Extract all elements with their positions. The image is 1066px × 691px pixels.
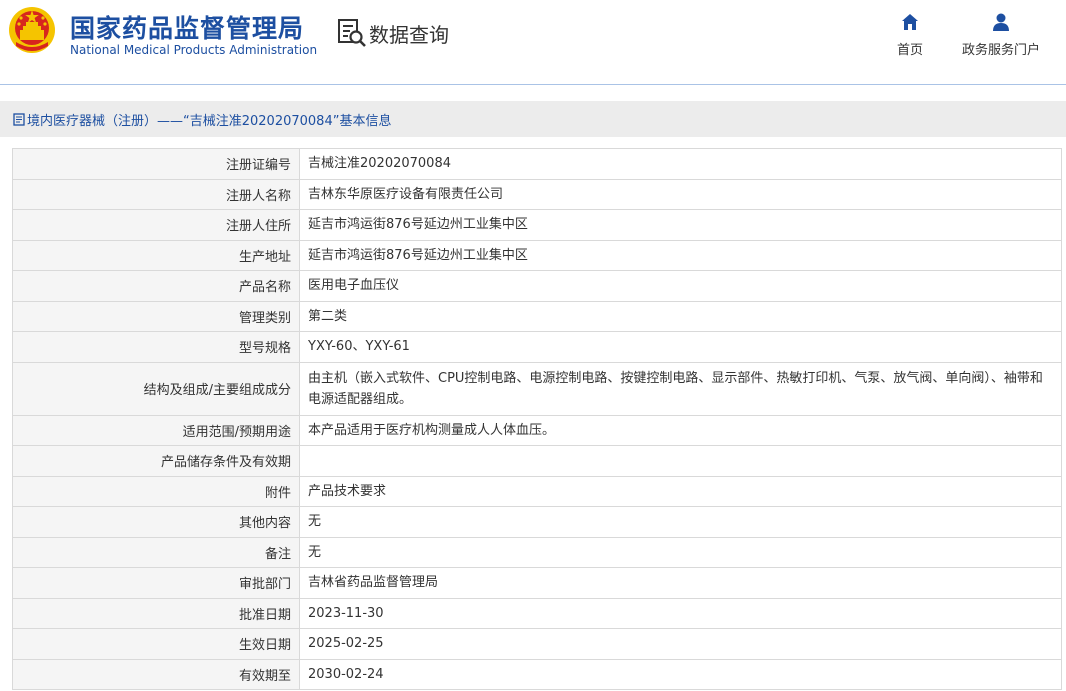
- org-name-en[interactable]: National Medical Products Administration: [70, 43, 317, 57]
- field-label: 生产地址: [12, 239, 300, 271]
- registration-info-table: 注册证编号 吉械注准20202070084 注册人名称 吉林东华原医疗设备有限责任公…: [12, 148, 1062, 690]
- nav-service-portal[interactable]: 政务服务门户: [962, 12, 1040, 58]
- field-label: 批准日期: [12, 597, 300, 629]
- field-label: 适用范围/预期用途: [12, 414, 300, 446]
- field-value: 无: [299, 536, 1062, 568]
- data-query-title[interactable]: 数据查询: [337, 18, 449, 48]
- field-label: 有效期至: [12, 658, 300, 690]
- field-value: 2023-11-30: [299, 597, 1062, 629]
- table-row: 结构及组成/主要组成成分 由主机（嵌入式软件、CPU控制电路、电源控制电路、按键控…: [12, 361, 1062, 416]
- table-row: 管理类别 第二类: [12, 300, 1062, 332]
- user-icon: [993, 13, 1009, 31]
- field-value: YXY-60、YXY-61: [299, 331, 1062, 363]
- table-row: 生效日期 2025-02-25: [12, 628, 1062, 660]
- table-row: 审批部门 吉林省药品监督管理局: [12, 567, 1062, 599]
- field-value: 吉械注准20202070084: [299, 148, 1062, 180]
- field-label: 附件: [12, 475, 300, 507]
- field-label: 注册人住所: [12, 209, 300, 241]
- table-row: 型号规格 YXY-60、YXY-61: [12, 331, 1062, 363]
- field-label: 审批部门: [12, 567, 300, 599]
- field-value: 2025-02-25: [299, 628, 1062, 660]
- field-value: 医用电子血压仪: [299, 270, 1062, 302]
- field-value: 产品技术要求: [299, 475, 1062, 507]
- national-emblem-icon[interactable]: [8, 6, 56, 54]
- document-icon: [13, 112, 25, 126]
- table-row: 产品名称 医用电子血压仪: [12, 270, 1062, 302]
- header-divider: [0, 84, 1066, 85]
- nav-service-portal-label: 政务服务门户: [962, 43, 1041, 58]
- field-label: 生效日期: [12, 628, 300, 660]
- field-label: 产品储存条件及有效期: [12, 445, 300, 477]
- nav-home-label: 首页: [897, 43, 924, 58]
- field-value: [299, 445, 1062, 477]
- table-row: 适用范围/预期用途 本产品适用于医疗机构测量成人人体血压。: [12, 414, 1062, 446]
- field-value: 第二类: [299, 300, 1062, 332]
- org-name-cn[interactable]: 国家药品监督管理局: [70, 9, 304, 45]
- field-value: 延吉市鸿运街876号延边州工业集中区: [299, 239, 1062, 271]
- table-row: 产品储存条件及有效期: [12, 445, 1062, 477]
- field-label: 注册证编号: [12, 148, 300, 180]
- table-row: 有效期至 2030-02-24: [12, 658, 1062, 690]
- field-value: 无: [299, 506, 1062, 538]
- field-label: 管理类别: [12, 300, 300, 332]
- table-row: 备注无: [12, 536, 1062, 568]
- table-row: 批准日期 2023-11-30: [12, 597, 1062, 629]
- field-label: 其他内容: [12, 506, 300, 538]
- data-query-label: 数据查询: [369, 22, 449, 47]
- field-value: 由主机（嵌入式软件、CPU控制电路、电源控制电路、按键控制电路、显示部件、热敏打…: [299, 361, 1062, 416]
- breadcrumb-text: 境内医疗器械（注册）——“吉械注准20202070084”基本信息: [27, 113, 392, 129]
- field-value: 吉林省药品监督管理局: [299, 567, 1062, 599]
- table-row: 注册人名称 吉林东华原医疗设备有限责任公司: [12, 178, 1062, 210]
- table-row: 附件 产品技术要求: [12, 475, 1062, 507]
- table-row: 其他内容无: [12, 506, 1062, 538]
- field-label: 产品名称: [12, 270, 300, 302]
- field-label: 注册人名称: [12, 178, 300, 210]
- field-label: 型号规格: [12, 331, 300, 363]
- field-value: 吉林东华原医疗设备有限责任公司: [299, 178, 1062, 210]
- nav-home[interactable]: 首页: [897, 12, 923, 58]
- breadcrumb: 境内医疗器械（注册）——“吉械注准20202070084”基本信息: [0, 101, 1066, 137]
- field-value: 延吉市鸿运街876号延边州工业集中区: [299, 209, 1062, 241]
- field-label: 备注: [12, 536, 300, 568]
- table-row: 注册证编号 吉械注准20202070084: [12, 148, 1062, 180]
- table-row: 生产地址 延吉市鸿运街876号延边州工业集中区: [12, 239, 1062, 271]
- data-query-icon: [338, 19, 366, 47]
- home-icon: [902, 14, 918, 30]
- field-value: 2030-02-24: [299, 658, 1062, 690]
- site-header: 国家药品监督管理局 National Medical Products Admi…: [0, 0, 1066, 84]
- field-value: 本产品适用于医疗机构测量成人人体血压。: [299, 414, 1062, 446]
- field-label: 结构及组成/主要组成成分: [12, 361, 300, 416]
- table-row: 注册人住所 延吉市鸿运街876号延边州工业集中区: [12, 209, 1062, 241]
